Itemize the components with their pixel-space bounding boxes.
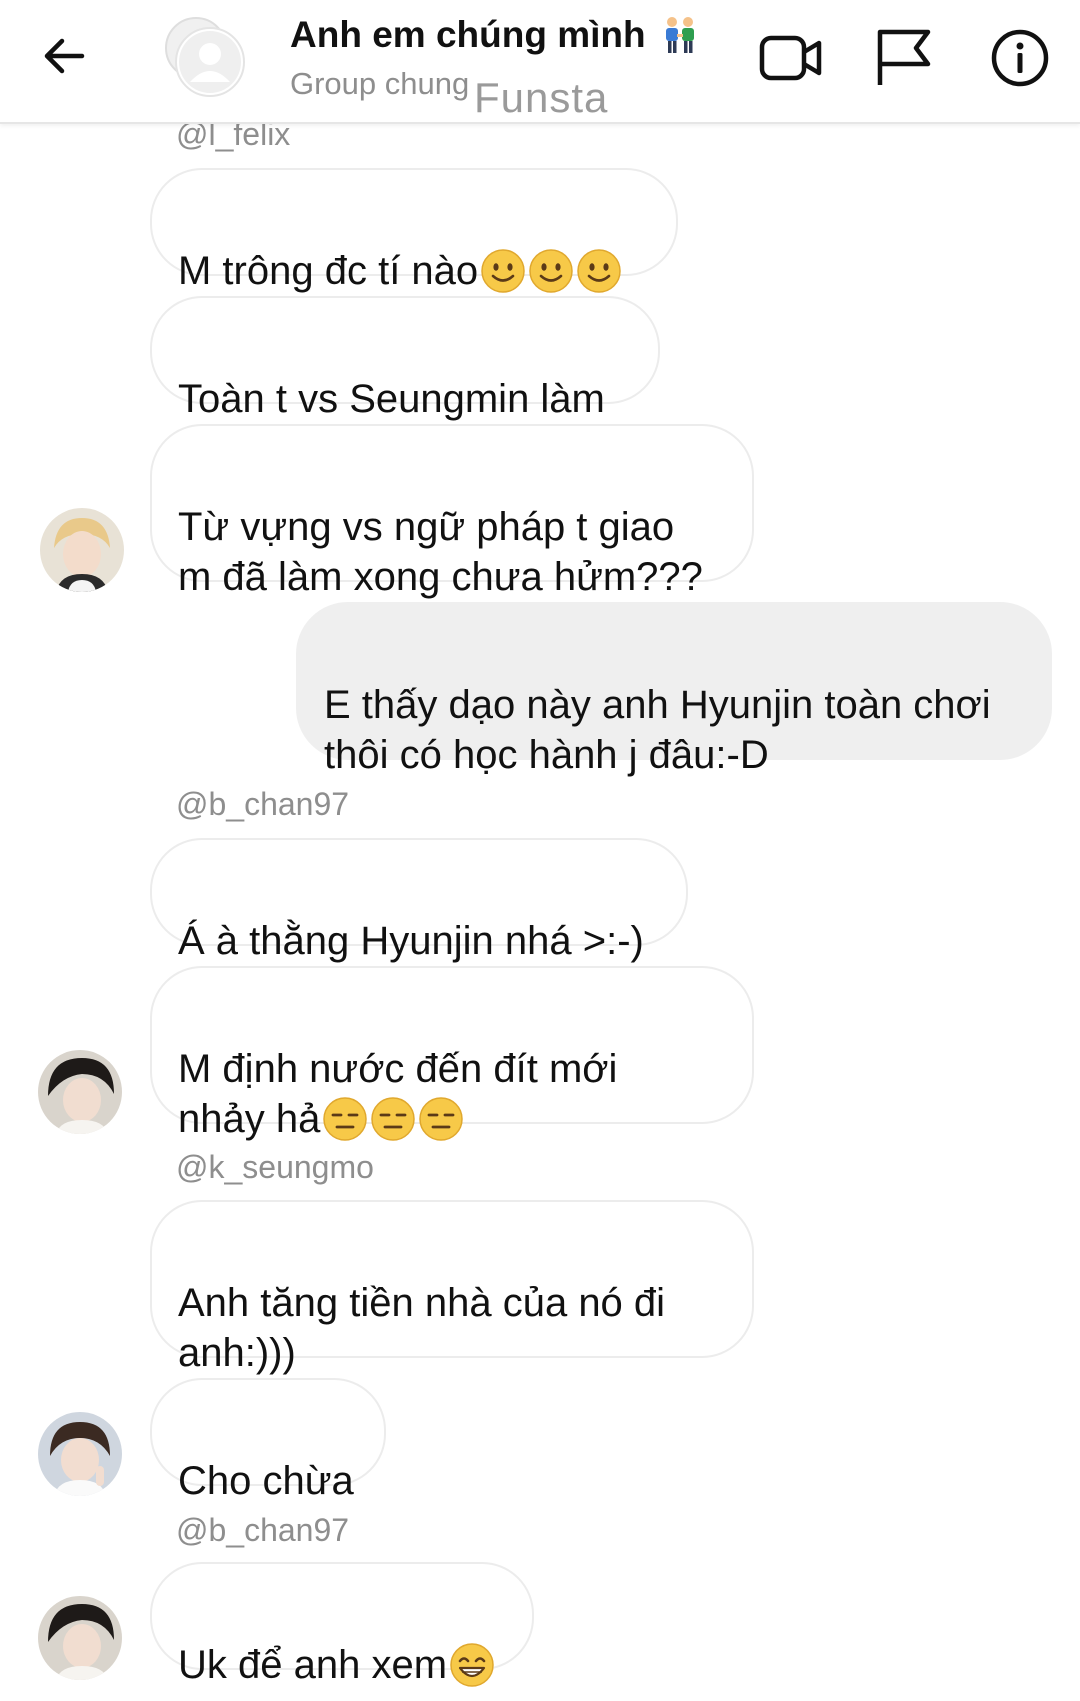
- message-bubble[interactable]: Toàn t vs Seungmin làm: [150, 296, 660, 421]
- message-bubble-outgoing[interactable]: E thấy dạo này anh Hyunjin toàn chơi thô…: [296, 602, 1052, 777]
- message-text: Cho chừa: [178, 1459, 354, 1503]
- message-bubble[interactable]: Cho chừa: [150, 1378, 386, 1503]
- sender-name: @b_chan97: [176, 786, 350, 822]
- info-button[interactable]: [984, 22, 1056, 94]
- sender-name: @k_seungmo: [176, 1149, 374, 1185]
- arrow-left-icon: [44, 38, 85, 74]
- two-men-holding-hands-emoji: [665, 17, 694, 53]
- report-button[interactable]: [868, 22, 940, 94]
- video-camera-icon: [759, 35, 822, 81]
- avatar[interactable]: [38, 1596, 122, 1680]
- message-text: M trông đc tí nào: [178, 249, 479, 293]
- message-text: Từ vựng vs ngữ pháp t giao m đã làm xong…: [178, 505, 703, 599]
- user-avatar-chan: [38, 1050, 122, 1134]
- message-text: Uk để anh xem: [178, 1643, 448, 1687]
- chat-title[interactable]: Anh em chúng mình: [290, 14, 700, 56]
- message-bubble[interactable]: M định nước đến đít mới nhảy hả: [150, 966, 754, 1141]
- user-avatar-seungmo: [38, 1412, 122, 1496]
- avatar[interactable]: [40, 508, 124, 592]
- user-avatar-chan: [38, 1596, 122, 1680]
- message-bubble[interactable]: Từ vựng vs ngữ pháp t giao m đã làm xong…: [150, 424, 754, 599]
- message-bubble[interactable]: Á à thằng Hyunjin nhá >:-): [150, 838, 688, 963]
- flag-icon: [877, 29, 931, 85]
- slightly-smiling-face-emoji: [529, 249, 573, 293]
- expressionless-face-emoji: [323, 1097, 368, 1141]
- message-bubble[interactable]: Uk để anh xem: [150, 1562, 534, 1687]
- message-bubble[interactable]: Anh tăng tiền nhà của nó đi anh:))): [150, 1200, 754, 1375]
- group-avatar[interactable]: [162, 14, 248, 100]
- sender-name: @b_chan97: [176, 1512, 350, 1548]
- group-avatar-icon: [165, 17, 245, 97]
- back-button[interactable]: [34, 26, 94, 86]
- watermark-text: Funsta: [474, 74, 609, 121]
- user-avatar-felix: [40, 508, 124, 592]
- message-text: Toàn t vs Seungmin làm: [178, 377, 605, 421]
- message-bubble[interactable]: M trông đc tí nào: [150, 168, 678, 293]
- info-icon: [991, 29, 1049, 87]
- grinning-face-emoji: [450, 1643, 494, 1687]
- slightly-smiling-face-emoji: [481, 249, 525, 293]
- chat-title-text: Anh em chúng mình: [290, 14, 646, 55]
- expressionless-face-emoji: [371, 1097, 416, 1141]
- chat-subtitle: Group chung: [290, 66, 470, 101]
- message-text: E thấy dạo này anh Hyunjin toàn chơi thô…: [324, 683, 991, 777]
- slightly-smiling-face-emoji: [577, 249, 621, 293]
- message-text: Á à thằng Hyunjin nhá >:-): [178, 919, 644, 963]
- expressionless-face-emoji: [419, 1097, 464, 1141]
- chat-header: Anh em chúng mình Group chung Funsta: [0, 0, 1080, 124]
- message-text: Anh tăng tiền nhà của nó đi anh:))): [178, 1281, 666, 1375]
- avatar[interactable]: [38, 1050, 122, 1134]
- video-call-button[interactable]: [755, 22, 827, 94]
- avatar[interactable]: [38, 1412, 122, 1496]
